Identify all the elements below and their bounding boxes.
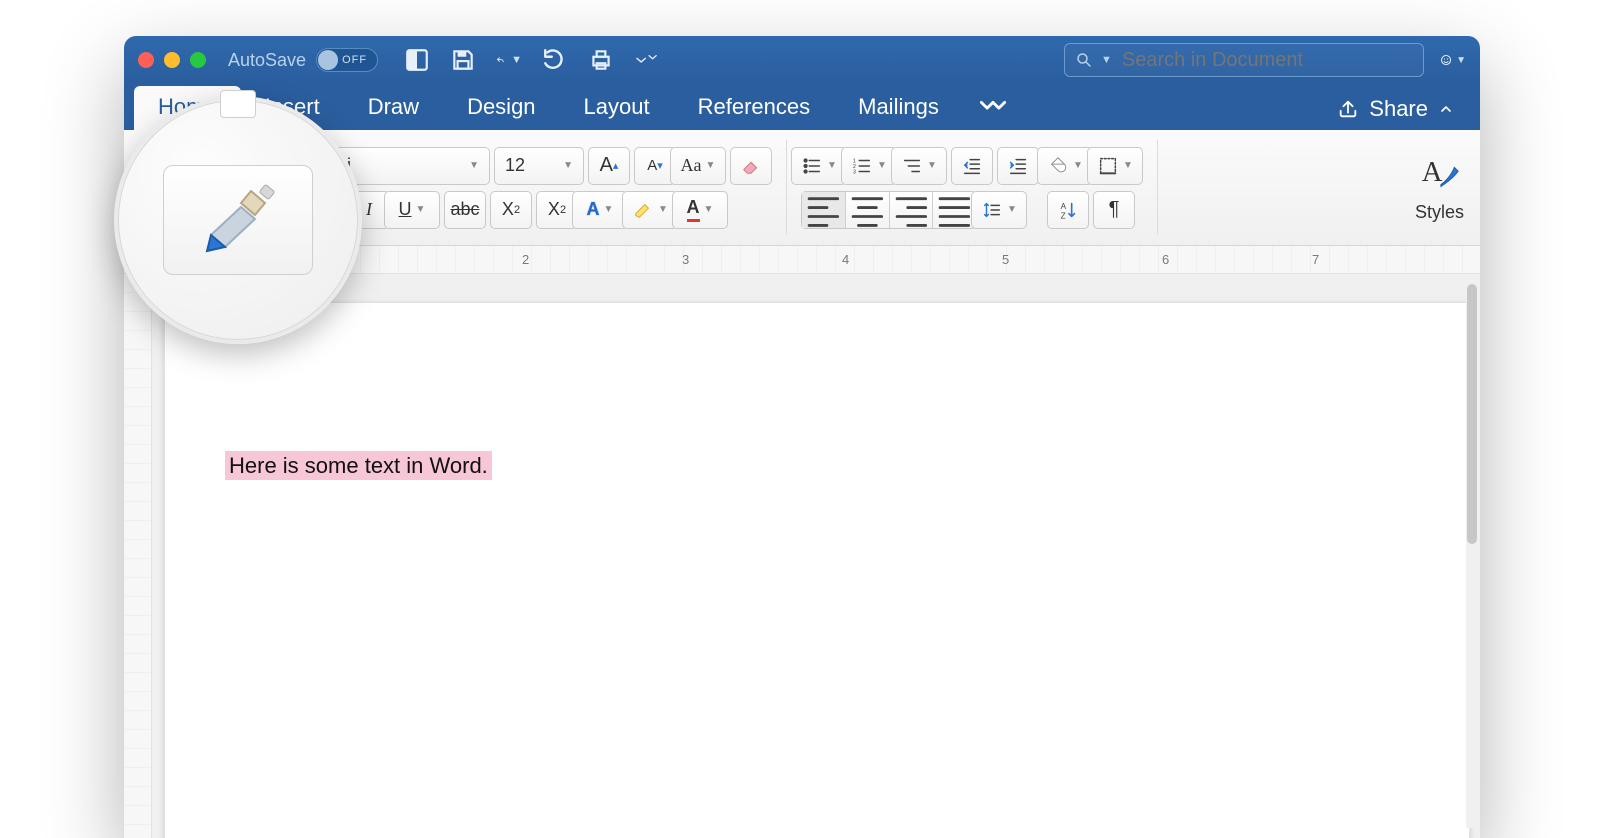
feedback-smile-icon[interactable]: ▼ (1440, 47, 1466, 73)
close-window-button[interactable] (138, 52, 154, 68)
sort-button[interactable]: AZ (1047, 191, 1089, 229)
collapse-ribbon-icon[interactable] (1438, 101, 1454, 117)
highlighter-icon (632, 199, 654, 221)
vertical-scrollbar[interactable] (1466, 276, 1478, 828)
bullets-button[interactable]: ▼ (791, 147, 847, 185)
scrollbar-thumb[interactable] (1467, 284, 1477, 544)
increase-indent-button[interactable] (997, 147, 1039, 185)
shading-button[interactable]: ▼ (1037, 147, 1093, 185)
undo-icon[interactable]: ▼ (496, 47, 522, 73)
ribbon-separator-2 (1157, 140, 1158, 235)
format-painter-icon (193, 181, 283, 259)
highlight-color-button[interactable]: ▼ (622, 191, 678, 229)
text-effects-button[interactable]: A▼ (572, 191, 628, 229)
qat-overflow-icon[interactable] (634, 47, 660, 73)
tab-mailings-label: Mailings (858, 94, 939, 119)
show-paragraph-marks-button[interactable]: ¶ (1093, 191, 1135, 229)
minimize-window-button[interactable] (164, 52, 180, 68)
align-justify-button[interactable] (933, 192, 976, 228)
align-right-button[interactable] (890, 192, 934, 228)
borders-button[interactable]: ▼ (1087, 147, 1143, 185)
tabs-overflow-icon[interactable] (963, 88, 1023, 130)
autosave-control[interactable]: AutoSave OFF (228, 48, 378, 72)
font-group: alibri▼ 12▼ A▴ A▾ Aa▼ B I U▼ ab (302, 136, 772, 239)
styles-icon: A (1416, 152, 1462, 198)
ribbon-tabs: Home Insert Draw Design Layout Reference… (124, 84, 1480, 130)
ruler-mark: 5 (1002, 252, 1009, 267)
autosave-label: AutoSave (228, 50, 306, 71)
paragraph-group-2: ▼ ▼ AZ ¶ (1047, 136, 1143, 239)
font-size-combo[interactable]: 12▼ (494, 147, 584, 185)
autosave-toggle[interactable]: OFF (316, 48, 378, 72)
autosave-state: OFF (342, 54, 367, 66)
window-controls (138, 52, 206, 68)
selected-text[interactable]: Here is some text in Word. (225, 451, 492, 480)
clear-formatting-button[interactable] (730, 147, 772, 185)
svg-text:A: A (1422, 156, 1443, 188)
tab-draw[interactable]: Draw (344, 86, 443, 130)
paragraph-group: ▼ 123▼ ▼ ▼ (801, 136, 1039, 239)
clipboard-tab-icon (220, 90, 256, 118)
svg-text:A: A (1061, 202, 1067, 211)
search-icon (1075, 51, 1093, 69)
vertical-ruler[interactable] (124, 274, 152, 838)
ruler-mark: 3 (682, 252, 689, 267)
strikethrough-button[interactable]: abc (444, 191, 486, 229)
tab-references-label: References (698, 94, 811, 119)
line-spacing-button[interactable]: ▼ (971, 191, 1027, 229)
tab-design-label: Design (467, 94, 535, 119)
document-area: Here is some text in Word. (124, 274, 1480, 838)
tab-draw-label: Draw (368, 94, 419, 119)
svg-text:3: 3 (853, 169, 856, 175)
magnifier-callout (114, 96, 362, 344)
search-field[interactable]: ▼ (1064, 43, 1424, 77)
save-icon[interactable] (450, 47, 476, 73)
share-label: Share (1369, 96, 1428, 122)
subscript-button[interactable]: X2 (490, 191, 532, 229)
print-icon[interactable] (588, 47, 614, 73)
ruler-mark: 4 (842, 252, 849, 267)
underline-button[interactable]: U▼ (384, 191, 440, 229)
ruler-mark: 7 (1312, 252, 1319, 267)
autosave-toggle-knob (318, 50, 338, 70)
tab-references[interactable]: References (674, 86, 835, 130)
svg-text:Z: Z (1061, 211, 1066, 220)
styles-pane-button[interactable]: A Styles (1409, 136, 1470, 239)
ruler-mark: 6 (1162, 252, 1169, 267)
tab-layout-label: Layout (584, 94, 650, 119)
decrease-indent-button[interactable] (951, 147, 993, 185)
titlebar: AutoSave OFF ▼ (124, 36, 1480, 84)
eraser-icon (740, 155, 762, 177)
redo-icon[interactable] (542, 47, 568, 73)
change-case-button[interactable]: Aa▼ (670, 147, 726, 185)
alignment-group (801, 191, 977, 229)
ribbon-separator (786, 140, 787, 235)
tab-layout[interactable]: Layout (560, 86, 674, 130)
ruler-mark: 2 (522, 252, 529, 267)
format-painter-button[interactable] (163, 165, 313, 275)
font-color-button[interactable]: A▼ (672, 191, 728, 229)
increase-font-size-button[interactable]: A▴ (588, 147, 630, 185)
quick-access-toolbar: ▼ (404, 47, 660, 73)
template-icon[interactable] (404, 47, 430, 73)
multilevel-list-button[interactable]: ▼ (891, 147, 947, 185)
share-icon (1337, 98, 1359, 120)
numbering-button[interactable]: 123▼ (841, 147, 897, 185)
zoom-window-button[interactable] (190, 52, 206, 68)
align-left-button[interactable] (802, 192, 846, 228)
share-button[interactable]: Share (1321, 88, 1470, 130)
styles-label: Styles (1415, 202, 1464, 223)
tab-mailings[interactable]: Mailings (834, 86, 963, 130)
tab-design[interactable]: Design (443, 86, 559, 130)
search-options-icon[interactable]: ▼ (1101, 54, 1112, 66)
document-page[interactable]: Here is some text in Word. (164, 302, 1470, 838)
align-center-button[interactable] (846, 192, 890, 228)
search-input[interactable] (1120, 48, 1413, 73)
font-size-value: 12 (505, 155, 525, 176)
